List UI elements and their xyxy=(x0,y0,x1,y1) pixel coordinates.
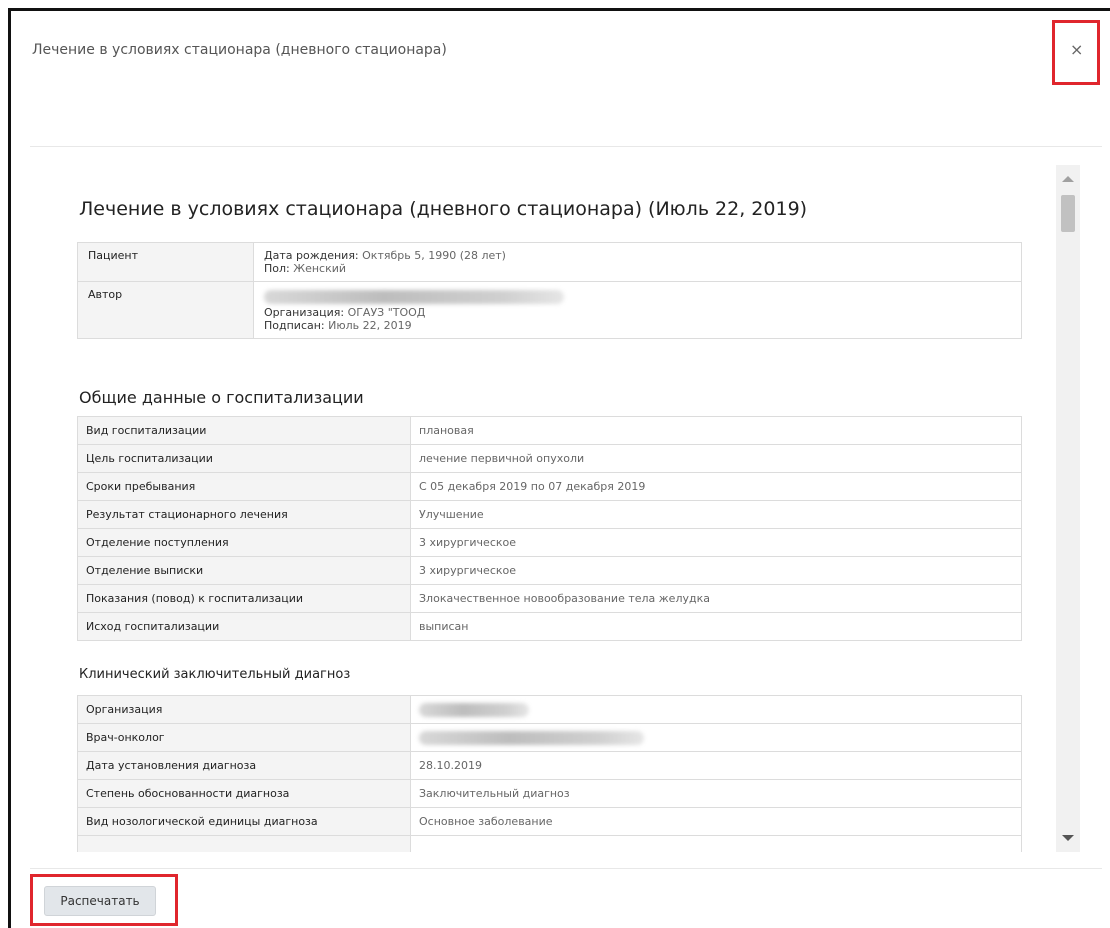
scroll-up-icon[interactable] xyxy=(1062,176,1074,182)
signed-value: Июль 22, 2019 xyxy=(328,319,412,332)
table-row: Автор Организация: ОГАУЗ "ТООД Подписан:… xyxy=(77,281,1022,339)
birth-label: Дата рождения: xyxy=(264,249,359,262)
patient-label: Пациент xyxy=(77,242,254,282)
table-row: Степень обоснованности диагноза Заключите… xyxy=(77,779,1022,808)
row-value: плановая xyxy=(410,416,1022,445)
table-row: Отделение поступления 3 хирургическое xyxy=(77,528,1022,557)
hospitalization-heading: Общие данные о госпитализации xyxy=(79,388,364,407)
row-label: Отделение поступления xyxy=(77,528,411,557)
sex-line: Пол: Женский xyxy=(264,262,1011,275)
patient-info: Дата рождения: Октябрь 5, 1990 (28 лет) … xyxy=(253,242,1022,282)
row-value: выписан xyxy=(410,612,1022,641)
close-icon[interactable]: × xyxy=(1070,42,1083,58)
table-row: Результат стационарного лечения Улучшение xyxy=(77,500,1022,529)
author-label: Автор xyxy=(77,281,254,339)
redacted-value xyxy=(419,730,644,745)
row-label: Показания (повод) к госпитализации xyxy=(77,584,411,613)
diagnosis-heading: Клинический заключительный диагноз xyxy=(79,667,351,682)
row-label: Вид госпитализации xyxy=(77,416,411,445)
table-row: Отделение выписки 3 хирургическое xyxy=(77,556,1022,585)
row-value: лечение первичной опухоли xyxy=(410,444,1022,473)
redacted-doctor xyxy=(410,723,1022,752)
row-value: Улучшение xyxy=(410,500,1022,529)
row-label: Вид нозологической единицы диагноза xyxy=(77,807,411,836)
diagnosis-table: Организация Врач-онколог Дата установлен… xyxy=(77,695,1022,852)
row-value: Основное заболевание xyxy=(410,807,1022,836)
redacted-value xyxy=(419,702,529,717)
table-row: Вид госпитализации плановая xyxy=(77,416,1022,445)
table-row xyxy=(77,835,1022,852)
patient-author-table: Пациент Дата рождения: Октябрь 5, 1990 (… xyxy=(77,242,1022,339)
scrollbar-thumb[interactable] xyxy=(1061,195,1075,232)
redacted-author-name xyxy=(264,290,564,304)
table-row: Исход госпитализации выписан xyxy=(77,612,1022,641)
row-value: Заключительный диагноз xyxy=(410,779,1022,808)
print-button[interactable]: Распечатать xyxy=(44,886,156,916)
modal-title: Лечение в условиях стационара (дневного … xyxy=(32,42,447,58)
document-title: Лечение в условиях стационара (дневного … xyxy=(79,198,808,220)
footer-divider xyxy=(30,868,1102,869)
table-row: Вид нозологической единицы диагноза Основ… xyxy=(77,807,1022,836)
row-label: Результат стационарного лечения xyxy=(77,500,411,529)
table-row: Пациент Дата рождения: Октябрь 5, 1990 (… xyxy=(77,242,1022,282)
signed-line: Подписан: Июль 22, 2019 xyxy=(264,319,1011,332)
row-value: С 05 декабря 2019 по 07 декабря 2019 xyxy=(410,472,1022,501)
row-value-cut xyxy=(410,835,1022,852)
birth-value: Октябрь 5, 1990 (28 лет) xyxy=(362,249,506,262)
org-label: Организация: xyxy=(264,306,345,319)
table-row: Дата установления диагноза 28.10.2019 xyxy=(77,751,1022,780)
org-line: Организация: ОГАУЗ "ТООД xyxy=(264,306,1011,319)
row-value: 3 хирургическое xyxy=(410,556,1022,585)
row-value: 3 хирургическое xyxy=(410,528,1022,557)
table-row: Врач-онколог xyxy=(77,723,1022,752)
row-value: 28.10.2019 xyxy=(410,751,1022,780)
table-row: Цель госпитализации лечение первичной опу… xyxy=(77,444,1022,473)
table-row: Сроки пребывания С 05 декабря 2019 по 07 … xyxy=(77,472,1022,501)
row-label: Цель госпитализации xyxy=(77,444,411,473)
row-label: Степень обоснованности диагноза xyxy=(77,779,411,808)
row-label: Дата установления диагноза xyxy=(77,751,411,780)
header-divider xyxy=(30,146,1102,147)
org-value: ОГАУЗ "ТООД xyxy=(347,306,426,319)
row-value: Злокачественное новообразование тела жел… xyxy=(410,584,1022,613)
scroll-down-icon[interactable] xyxy=(1062,835,1074,841)
sex-label: Пол: xyxy=(264,262,290,275)
birth-line: Дата рождения: Октябрь 5, 1990 (28 лет) xyxy=(264,249,1011,262)
author-info: Организация: ОГАУЗ "ТООД Подписан: Июль … xyxy=(253,281,1022,339)
sex-value: Женский xyxy=(293,262,347,275)
row-label-cut xyxy=(77,835,411,852)
row-label: Исход госпитализации xyxy=(77,612,411,641)
table-row: Организация xyxy=(77,695,1022,724)
document-scroll-area[interactable]: Лечение в условиях стационара (дневного … xyxy=(55,165,1055,852)
row-label: Врач-онколог xyxy=(77,723,411,752)
redacted-organization xyxy=(410,695,1022,724)
vertical-scrollbar[interactable] xyxy=(1056,165,1080,852)
row-label: Отделение выписки xyxy=(77,556,411,585)
row-label: Сроки пребывания xyxy=(77,472,411,501)
signed-label: Подписан: xyxy=(264,319,325,332)
table-row: Показания (повод) к госпитализации Злокач… xyxy=(77,584,1022,613)
hospitalization-table: Вид госпитализации плановая Цель госпитал… xyxy=(77,416,1022,641)
row-label: Организация xyxy=(77,695,411,724)
